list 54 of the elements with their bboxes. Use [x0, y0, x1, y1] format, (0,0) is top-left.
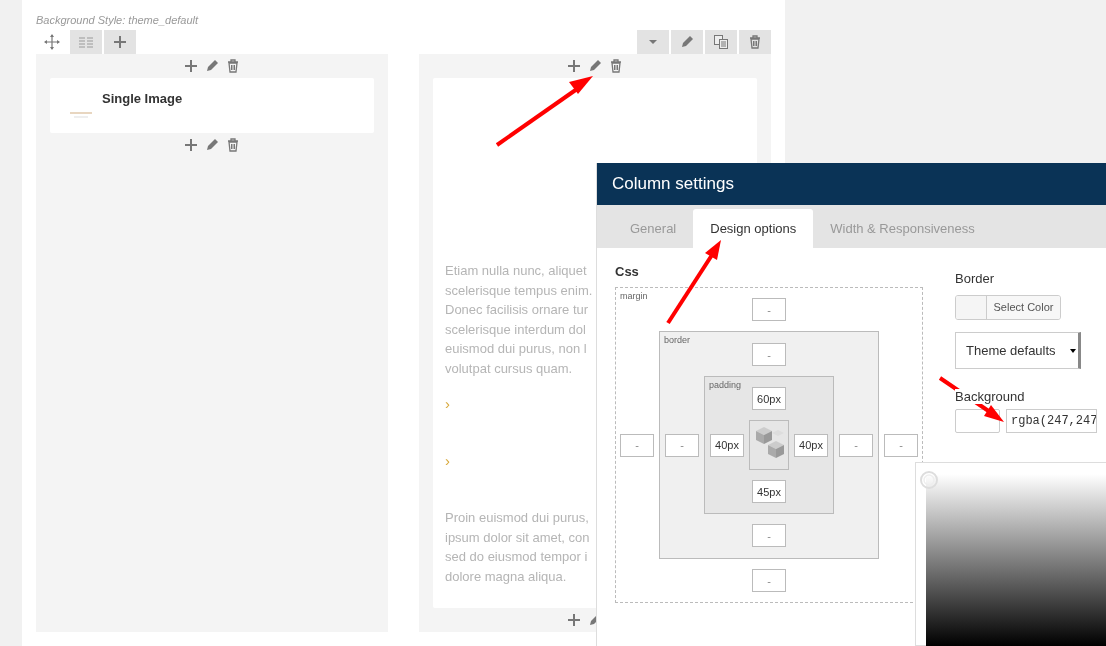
select-color-button[interactable]: Select Color: [955, 295, 1061, 320]
chevron-text: ›: [445, 451, 450, 470]
value-field[interactable]: 40px: [794, 433, 828, 457]
edit-icon[interactable]: [587, 58, 603, 74]
move-icon[interactable]: [44, 34, 60, 50]
add-icon[interactable]: [183, 58, 199, 74]
picker-handle[interactable]: [919, 470, 939, 490]
value-field[interactable]: 40px: [710, 433, 744, 457]
text-line: ipsum dolor sit amet, con: [445, 528, 590, 547]
value-field[interactable]: -: [620, 433, 654, 457]
box-label: border: [664, 335, 690, 345]
delete-icon[interactable]: [225, 137, 241, 153]
section-label: Css: [615, 264, 640, 279]
text-line: dolore magna aliqua.: [445, 567, 567, 586]
edit-icon[interactable]: [204, 137, 220, 153]
delete-icon[interactable]: [608, 58, 624, 74]
text-line: scelerisque tempus enim.: [445, 281, 593, 300]
chevron-text: ›: [445, 394, 450, 413]
value-field[interactable]: 60px: [752, 387, 786, 410]
delete-icon[interactable]: [225, 58, 241, 74]
value-field[interactable]: -: [665, 433, 699, 457]
add-icon[interactable]: [566, 58, 582, 74]
style-dropdown[interactable]: Theme defaults: [955, 332, 1081, 369]
box-label: margin: [620, 291, 648, 301]
element-card[interactable]: Single Image: [50, 78, 374, 133]
text-line: volutpat cursus quam.: [445, 359, 573, 378]
value-field[interactable]: -: [839, 433, 873, 457]
element-title: Single Image: [102, 91, 183, 108]
value-field[interactable]: -: [884, 433, 918, 457]
add-icon[interactable]: [566, 612, 582, 628]
value-field[interactable]: -: [752, 343, 786, 366]
text-line: Proin euismod dui purus,: [445, 509, 589, 527]
dialog-title: Column settings: [612, 174, 734, 194]
edit-icon[interactable]: [204, 58, 220, 74]
box-label: padding: [709, 380, 742, 390]
copy-icon[interactable]: [713, 34, 729, 50]
add-icon[interactable]: [112, 34, 128, 50]
delete-icon[interactable]: [747, 34, 763, 50]
value-field[interactable]: -: [752, 524, 786, 547]
text-line: euismod dui purus, non l: [445, 340, 587, 358]
value-field[interactable]: -: [752, 298, 786, 321]
text-line: scelerisque interdum dol: [445, 320, 586, 339]
value-field[interactable]: 45px: [752, 480, 786, 503]
add-icon[interactable]: [183, 137, 199, 153]
tab[interactable]: Design options: [693, 209, 814, 248]
color-field[interactable]: rgba(247,247: [1006, 409, 1097, 433]
field-label: Background: [955, 389, 1025, 404]
edit-icon[interactable]: [679, 34, 695, 50]
text-line: Etiam nulla nunc, aliquet: [445, 262, 587, 280]
field-label: Border: [955, 271, 996, 286]
background-style-label: Background Style: theme_default: [36, 14, 200, 28]
caret-down-icon: [1070, 348, 1076, 353]
text-line: Donec facilisis ornare tur: [445, 301, 589, 319]
value-field[interactable]: -: [752, 569, 786, 592]
